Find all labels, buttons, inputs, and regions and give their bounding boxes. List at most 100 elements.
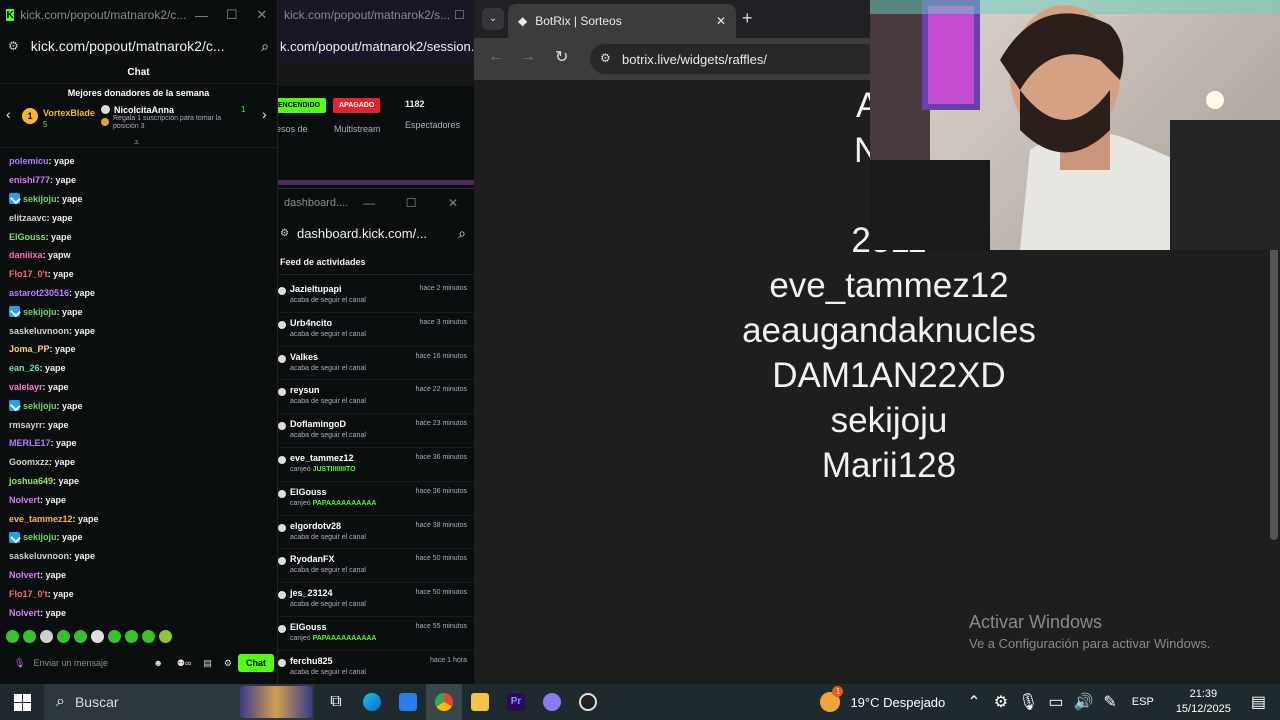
chat-username[interactable]: ean_26 bbox=[9, 363, 40, 373]
edge-browser-icon[interactable] bbox=[354, 684, 390, 720]
minimize-icon[interactable]: — bbox=[186, 8, 216, 23]
users-icon[interactable]: ⚉∞ bbox=[177, 658, 191, 669]
status-off-pill[interactable]: APAGADO bbox=[333, 98, 381, 113]
clock[interactable]: 21:39 15/12/2025 bbox=[1176, 687, 1231, 717]
site-settings-icon[interactable]: ⚙ bbox=[8, 39, 19, 53]
task-view-icon[interactable]: ⧉ bbox=[318, 684, 354, 720]
chat-username[interactable]: joshua649 bbox=[9, 476, 53, 486]
chat-window-titlebar[interactable]: K kick.com/popout/matnarok2/c... — ☐ ✕ bbox=[0, 0, 277, 30]
search-icon[interactable]: ⌕ bbox=[458, 225, 466, 242]
dashboard-url-bar[interactable]: ⚙ dashboard.kick.com/... ⌕ bbox=[278, 217, 474, 249]
chat-username[interactable]: rmsayrr bbox=[9, 420, 43, 430]
minimize-icon[interactable]: — bbox=[348, 196, 390, 210]
store-icon[interactable]: ▤ bbox=[203, 658, 212, 669]
chat-username[interactable]: Nolvert bbox=[9, 608, 40, 618]
chat-username[interactable]: Flo17_0't bbox=[9, 269, 48, 279]
store-app-icon[interactable] bbox=[390, 684, 426, 720]
chat-username[interactable]: sekijoju bbox=[23, 532, 57, 542]
maximize-icon[interactable]: ☐ bbox=[454, 8, 474, 22]
emote-icon[interactable] bbox=[6, 630, 19, 643]
activity-feed-item[interactable]: ElGouss canjeó PAPAAAAAAAAAA hace 55 minut… bbox=[278, 617, 474, 651]
chat-username[interactable]: valelayr bbox=[9, 382, 43, 392]
site-settings-icon[interactable]: ⚙ bbox=[280, 228, 289, 239]
chat-url-bar[interactable]: ⚙ kick.com/popout/matnarok2/c... ⌕ bbox=[0, 30, 277, 62]
activity-feed-item[interactable]: ElGouss canjeó PAPAAAAAAAAAA hace 36 minut… bbox=[278, 482, 474, 516]
chat-username[interactable]: daniiixa bbox=[9, 250, 43, 260]
tray-chevron-icon[interactable]: ⌃ bbox=[967, 692, 980, 712]
chat-username[interactable]: astarot230516 bbox=[9, 288, 69, 298]
network-icon[interactable]: ▭ bbox=[1048, 692, 1063, 712]
emote-icon[interactable] bbox=[91, 630, 104, 643]
chat-username[interactable]: Nolvert bbox=[9, 495, 40, 505]
back-arrow-icon[interactable]: ← bbox=[488, 48, 504, 66]
site-info-icon[interactable]: ⚙ bbox=[600, 51, 611, 65]
activity-feed-item[interactable]: RyodanFX acaba de seguir el canal hace 50 … bbox=[278, 549, 474, 584]
microphone-icon[interactable]: 🎙 bbox=[1018, 692, 1038, 712]
app-swirl-icon[interactable] bbox=[534, 684, 570, 720]
close-icon[interactable]: ✕ bbox=[432, 196, 474, 210]
maximize-icon[interactable]: ☐ bbox=[217, 7, 247, 23]
obs-studio-icon[interactable] bbox=[570, 684, 606, 720]
chat-username[interactable]: saskeluvnoon bbox=[9, 326, 69, 336]
activity-feed-item[interactable]: elgordotv28 acaba de seguir el canal hace … bbox=[278, 516, 474, 550]
pen-icon[interactable]: ✎ bbox=[1103, 692, 1116, 712]
settings-gear-icon[interactable]: ⚙ bbox=[224, 658, 232, 669]
activity-feed-item[interactable]: Urb4ncito acaba de seguir el canal hace 3 … bbox=[278, 313, 474, 347]
session-url-bar[interactable]: k.com/popout/matnarok2/session... bbox=[278, 30, 474, 62]
emote-icon[interactable] bbox=[159, 630, 172, 643]
prev-arrow-icon[interactable]: ‹ bbox=[6, 106, 11, 122]
session-window-titlebar[interactable]: kick.com/popout/matnarok2/s... ☐ bbox=[278, 0, 474, 30]
tray-app-icon[interactable]: ⚙ bbox=[994, 692, 1008, 712]
activity-feed-item[interactable]: DoflamingoD acaba de seguir el canal hace … bbox=[278, 414, 474, 448]
notification-icon[interactable]: ▤ bbox=[1251, 692, 1266, 712]
chat-username[interactable]: enishi777 bbox=[9, 175, 50, 185]
emote-icon[interactable] bbox=[142, 630, 155, 643]
chat-send-button[interactable]: Chat bbox=[238, 654, 274, 672]
emote-icon[interactable] bbox=[74, 630, 87, 643]
activity-feed-item[interactable]: Jazieltupapi acaba de seguir el canal hace… bbox=[278, 279, 474, 313]
dashboard-titlebar[interactable]: dashboard.... — ☐ ✕ bbox=[278, 189, 474, 217]
windows-start-icon[interactable] bbox=[0, 684, 44, 720]
chat-username[interactable]: saskeluvnoon bbox=[9, 551, 69, 561]
microphone-icon[interactable]: 🎙 bbox=[14, 658, 25, 669]
search-icon[interactable]: ⌕ bbox=[261, 38, 269, 55]
taskbar-search-box[interactable]: ⌕ Buscar bbox=[44, 684, 314, 720]
weather-widget[interactable]: 1 19°C Despejado bbox=[820, 686, 945, 712]
reload-icon[interactable]: ↻ bbox=[555, 47, 568, 67]
emote-icon[interactable] bbox=[23, 630, 36, 643]
chat-username[interactable]: ElGouss bbox=[9, 232, 46, 242]
chat-username[interactable]: Flo17_0't bbox=[9, 589, 48, 599]
collapse-icon[interactable]: ⩡ bbox=[134, 137, 139, 148]
chat-username[interactable]: elitzaavc bbox=[9, 213, 47, 223]
emote-icon[interactable] bbox=[57, 630, 70, 643]
chat-username[interactable]: sekijoju bbox=[23, 401, 57, 411]
status-on-pill[interactable]: ENCENDIDO bbox=[278, 98, 327, 113]
close-icon[interactable]: ✕ bbox=[247, 7, 277, 23]
chat-username[interactable]: sekijoju bbox=[23, 194, 57, 204]
chat-username[interactable]: MERLE17 bbox=[9, 438, 51, 448]
tab-close-icon[interactable]: ✕ bbox=[716, 14, 726, 28]
new-tab-icon[interactable]: + bbox=[742, 8, 753, 29]
chat-username[interactable]: polemicu bbox=[9, 156, 49, 166]
language-indicator[interactable]: ESP bbox=[1132, 696, 1154, 708]
chat-username[interactable]: Nolvert bbox=[9, 570, 40, 580]
activity-feed-item[interactable]: jes_23124 acaba de seguir el canal hace 50… bbox=[278, 583, 474, 617]
chat-username[interactable]: Goomxzz bbox=[9, 457, 49, 467]
activity-feed-item[interactable]: Valkes acaba de seguir el canal hace 16 mi… bbox=[278, 347, 474, 381]
activity-feed-item[interactable]: reysun acaba de seguir el canal hace 22 mi… bbox=[278, 380, 474, 415]
maximize-icon[interactable]: ☐ bbox=[390, 196, 432, 210]
volume-icon[interactable]: 🔊 bbox=[1073, 692, 1093, 712]
emote-icon[interactable] bbox=[125, 630, 138, 643]
tab-list-dropdown-icon[interactable]: ⌄ bbox=[482, 8, 504, 30]
premiere-pro-icon[interactable]: Pr bbox=[498, 684, 534, 720]
file-explorer-icon[interactable] bbox=[462, 684, 498, 720]
tab-botrix-sorteos[interactable]: ◆ BotRix | Sorteos ✕ bbox=[508, 4, 736, 38]
chat-message-input[interactable]: Enviar un mensaje bbox=[33, 658, 145, 668]
forward-arrow-icon[interactable]: → bbox=[520, 48, 536, 66]
emoji-icon[interactable]: ☻ bbox=[153, 658, 162, 668]
next-arrow-icon[interactable]: › bbox=[262, 106, 267, 122]
chrome-browser-icon[interactable] bbox=[426, 684, 462, 720]
chat-username[interactable]: sekijoju bbox=[23, 307, 57, 317]
activity-feed-item[interactable]: eve_tammez12 canjeó JUSTIIIIIIIITO hace 36… bbox=[278, 448, 474, 482]
emote-icon[interactable] bbox=[40, 630, 53, 643]
